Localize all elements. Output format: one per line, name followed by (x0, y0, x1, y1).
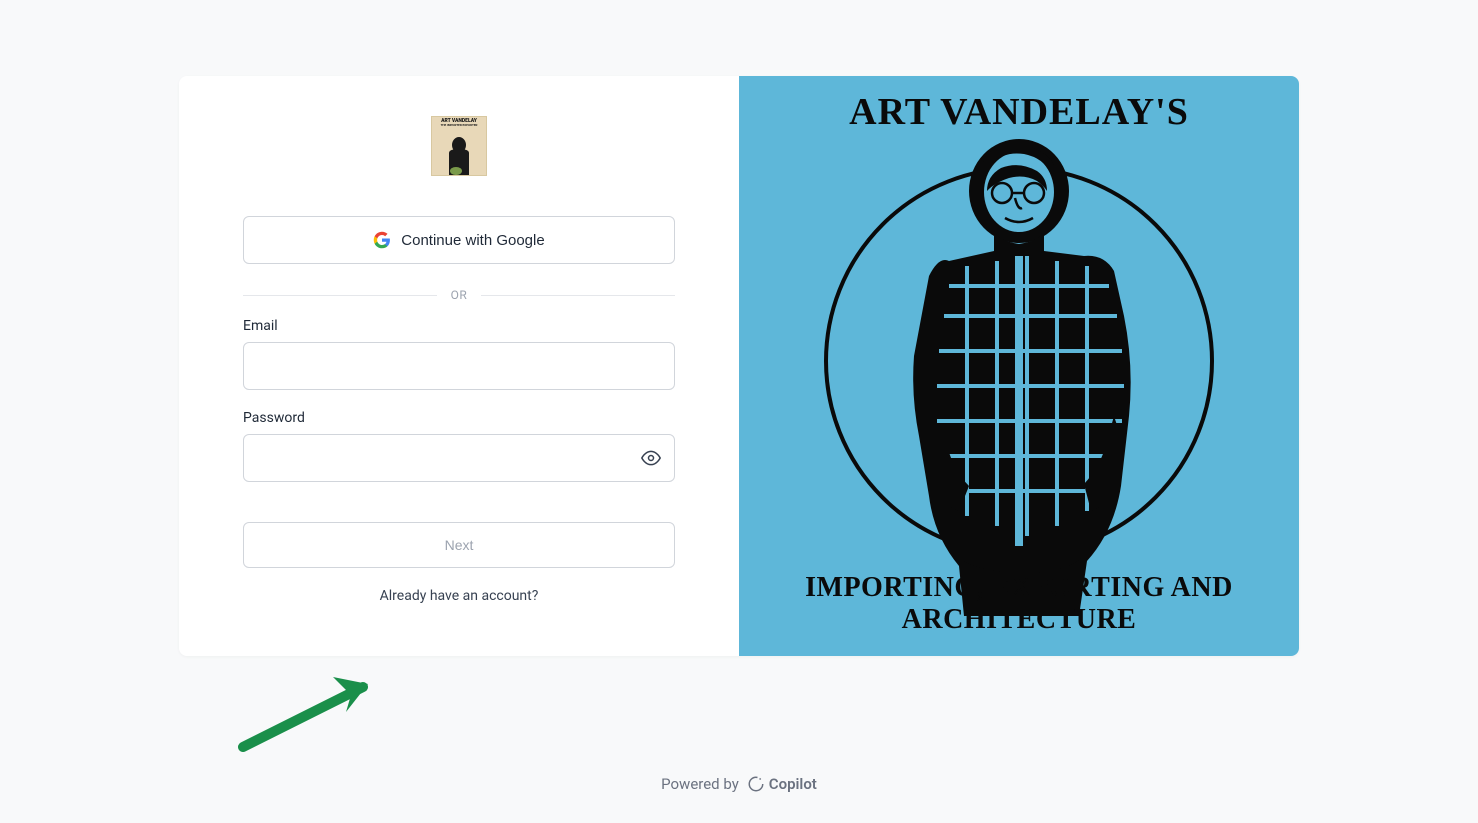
copilot-icon (747, 775, 765, 793)
hero-subtitle-line2: ARCHITECTURE (739, 604, 1299, 636)
password-input[interactable] (243, 434, 675, 482)
copilot-logo: Copilot (747, 775, 817, 793)
annotation-arrow (238, 672, 378, 752)
hero-subtitle-line1: IMPORTING, EXPORTING AND (739, 572, 1299, 604)
divider-line-left (243, 295, 437, 296)
logo-subtitle: THE IMPORTER EXPORTER (432, 124, 486, 127)
email-field-group: Email (243, 318, 675, 390)
next-button[interactable]: Next (243, 522, 675, 568)
email-input[interactable] (243, 342, 675, 390)
continue-with-google-button[interactable]: Continue with Google (243, 216, 675, 264)
email-label: Email (243, 318, 675, 334)
google-button-label: Continue with Google (401, 232, 544, 249)
password-label: Password (243, 410, 675, 426)
divider: OR (243, 288, 675, 302)
already-have-account-link[interactable]: Already have an account? (380, 588, 539, 604)
brand-logo-small: ART VANDELAY THE IMPORTER EXPORTER (431, 116, 487, 176)
show-password-icon[interactable] (641, 448, 661, 468)
footer: Powered by Copilot (0, 775, 1478, 793)
copilot-brand-text: Copilot (769, 775, 817, 793)
hero-subtitle: IMPORTING, EXPORTING AND ARCHITECTURE (739, 572, 1299, 636)
hero-panel: ART VANDELAY'S (739, 76, 1299, 656)
powered-by-label: Powered by (661, 775, 739, 793)
divider-label: OR (437, 288, 482, 302)
divider-line-right (481, 295, 675, 296)
login-panel: ART VANDELAY THE IMPORTER EXPORTER Conti… (179, 76, 739, 656)
hero-figure-illustration (819, 116, 1219, 616)
google-icon (373, 231, 391, 249)
password-field-group: Password (243, 410, 675, 482)
login-container: ART VANDELAY THE IMPORTER EXPORTER Conti… (179, 76, 1299, 656)
